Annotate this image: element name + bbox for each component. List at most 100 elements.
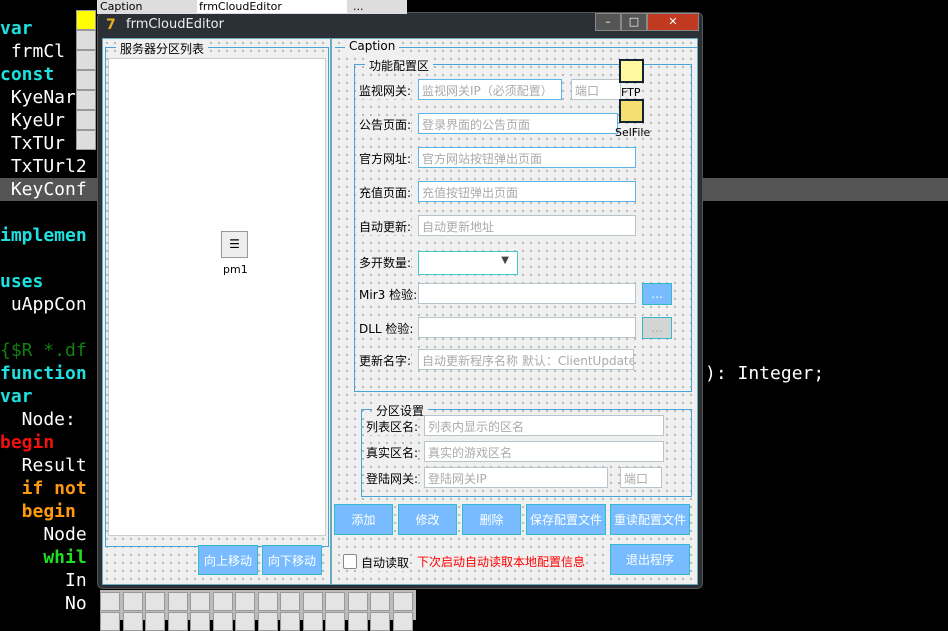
align-tool-icon[interactable] [257, 612, 278, 631]
align-tool-icon[interactable] [392, 592, 413, 611]
field-input[interactable]: 官方网站按钮弹出页面 [418, 147, 636, 168]
script-icon[interactable] [76, 130, 96, 150]
align-tool-icon[interactable] [235, 612, 255, 631]
property-value[interactable]: frmCloudEditor [197, 0, 347, 13]
align-tool-icon[interactable] [145, 612, 165, 631]
ellipsis-button[interactable]: ... [353, 0, 364, 13]
maximize-button[interactable]: □ [621, 13, 647, 31]
field-label: 自动更新: [359, 218, 412, 235]
zone-label: 真实区名: [366, 444, 419, 461]
code-line: In [0, 570, 87, 591]
align-tool-icon[interactable] [167, 612, 188, 631]
auto-read-hint: 下次启动自动读取本地配置信息 [417, 553, 586, 570]
field-input[interactable] [418, 283, 636, 304]
field-label: 官方网址: [359, 150, 412, 167]
delete-button[interactable]: 删除 [462, 504, 521, 535]
port-input[interactable]: 端口 [620, 467, 662, 488]
move-up-button[interactable]: 向上移动 [198, 545, 258, 575]
wrench-icon[interactable] [76, 30, 96, 50]
align-tool-icon[interactable] [100, 592, 120, 611]
ftp-icon[interactable] [619, 59, 644, 83]
alignment-palette [76, 10, 96, 150]
code-line: KyeUr [0, 110, 66, 131]
close-button[interactable]: ✕ [647, 13, 699, 31]
align-tool-icon[interactable] [122, 592, 143, 611]
dropdown-arrow-icon: ▼ [501, 255, 509, 266]
zone-input[interactable]: 登陆网关IP [424, 467, 608, 488]
align-tool-icon[interactable] [235, 592, 255, 611]
field-input[interactable]: 充值按钮弹出页面 [418, 181, 636, 202]
code-line: KeyConf [0, 179, 87, 200]
form-icon[interactable] [76, 90, 96, 110]
align-tool-icon[interactable] [302, 592, 323, 611]
align-tool-icon[interactable] [257, 592, 278, 611]
grid-icon[interactable] [76, 10, 96, 30]
align-tool-icon[interactable] [190, 612, 210, 631]
instances-select[interactable]: ▼ [418, 251, 518, 275]
reload-config-button[interactable]: 重读配置文件 [610, 504, 690, 535]
align-tool-icon[interactable] [167, 592, 188, 611]
code-line: TxTUr [0, 133, 66, 154]
add-button[interactable]: 添加 [334, 504, 393, 535]
splitter[interactable] [330, 39, 332, 584]
field-input[interactable]: 监视网关IP（必须配置） [418, 79, 562, 100]
folder-icon[interactable] [619, 99, 644, 123]
zone-label: 登陆网关: [366, 470, 419, 487]
minimize-button[interactable]: – [595, 13, 621, 31]
caption-panel: Caption [335, 39, 697, 53]
components-icon[interactable] [76, 110, 96, 130]
zone-input[interactable]: 列表内显示的区名 [424, 415, 664, 436]
align-tool-icon[interactable] [347, 612, 368, 631]
field-label: 更新名字: [359, 352, 412, 369]
code-tail: ): Integer; [705, 363, 825, 384]
code-line: var [0, 18, 33, 39]
tree-icon[interactable] [76, 50, 96, 70]
align-tool-icon[interactable] [280, 612, 300, 631]
component-label: pm1 [223, 263, 248, 276]
port-input[interactable]: 端口 [571, 79, 621, 100]
align-tool-icon[interactable] [370, 612, 390, 631]
code-line: whil [0, 547, 87, 568]
align-tool-icon[interactable] [325, 592, 345, 611]
align-tool-icon[interactable] [370, 592, 390, 611]
field-label: 监视网关: [359, 82, 412, 99]
field-input[interactable]: 登录界面的公告页面 [418, 113, 618, 134]
zone-label: 列表区名: [366, 418, 419, 435]
browse-button[interactable]: ... [642, 317, 672, 339]
field-input[interactable]: 自动更新程序名称 默认：ClientUpdate [418, 349, 634, 370]
group-label: 分区设置 [372, 402, 429, 419]
auto-read-label: 自动读取 [361, 554, 410, 571]
property-name: Caption [100, 0, 143, 13]
code-line: KyeNar [0, 87, 76, 108]
server-listbox[interactable]: ☰ pm1 [108, 58, 326, 536]
align-tool-icon[interactable] [212, 612, 233, 631]
field-input[interactable]: 自动更新地址 [418, 215, 636, 236]
browse-button[interactable]: ... [642, 283, 672, 305]
code-line: var [0, 386, 33, 407]
align-tool-icon[interactable] [190, 592, 210, 611]
field-input[interactable] [418, 317, 636, 338]
align-tool-icon[interactable] [347, 592, 368, 611]
align-tool-icon[interactable] [280, 592, 300, 611]
windows-icon[interactable] [76, 70, 96, 90]
zone-input[interactable]: 真实的游戏区名 [424, 441, 664, 462]
exit-button[interactable]: 退出程序 [610, 544, 690, 575]
modify-button[interactable]: 修改 [398, 504, 457, 535]
form-client: 服务器分区列表 ☰ pm1 向上移动 向下移动 Caption 功能配置区 监视… [102, 38, 698, 585]
align-tool-icon[interactable] [145, 592, 165, 611]
move-down-button[interactable]: 向下移动 [262, 545, 322, 575]
code-line: begin [0, 432, 55, 453]
code-line: Node [0, 524, 87, 545]
align-tool-icon[interactable] [392, 612, 413, 631]
align-tool-icon[interactable] [302, 612, 323, 631]
code-line: Result [0, 455, 87, 476]
code-line: Node: [0, 409, 76, 430]
save-config-button[interactable]: 保存配置文件 [526, 504, 606, 535]
align-tool-icon[interactable] [325, 612, 345, 631]
auto-read-checkbox[interactable] [343, 554, 357, 569]
align-tool-icon[interactable] [100, 612, 120, 631]
align-tool-icon[interactable] [122, 612, 143, 631]
window-title: frmCloudEditor [126, 17, 224, 32]
popup-menu-icon[interactable]: ☰ [221, 231, 248, 258]
align-tool-icon[interactable] [212, 592, 233, 611]
